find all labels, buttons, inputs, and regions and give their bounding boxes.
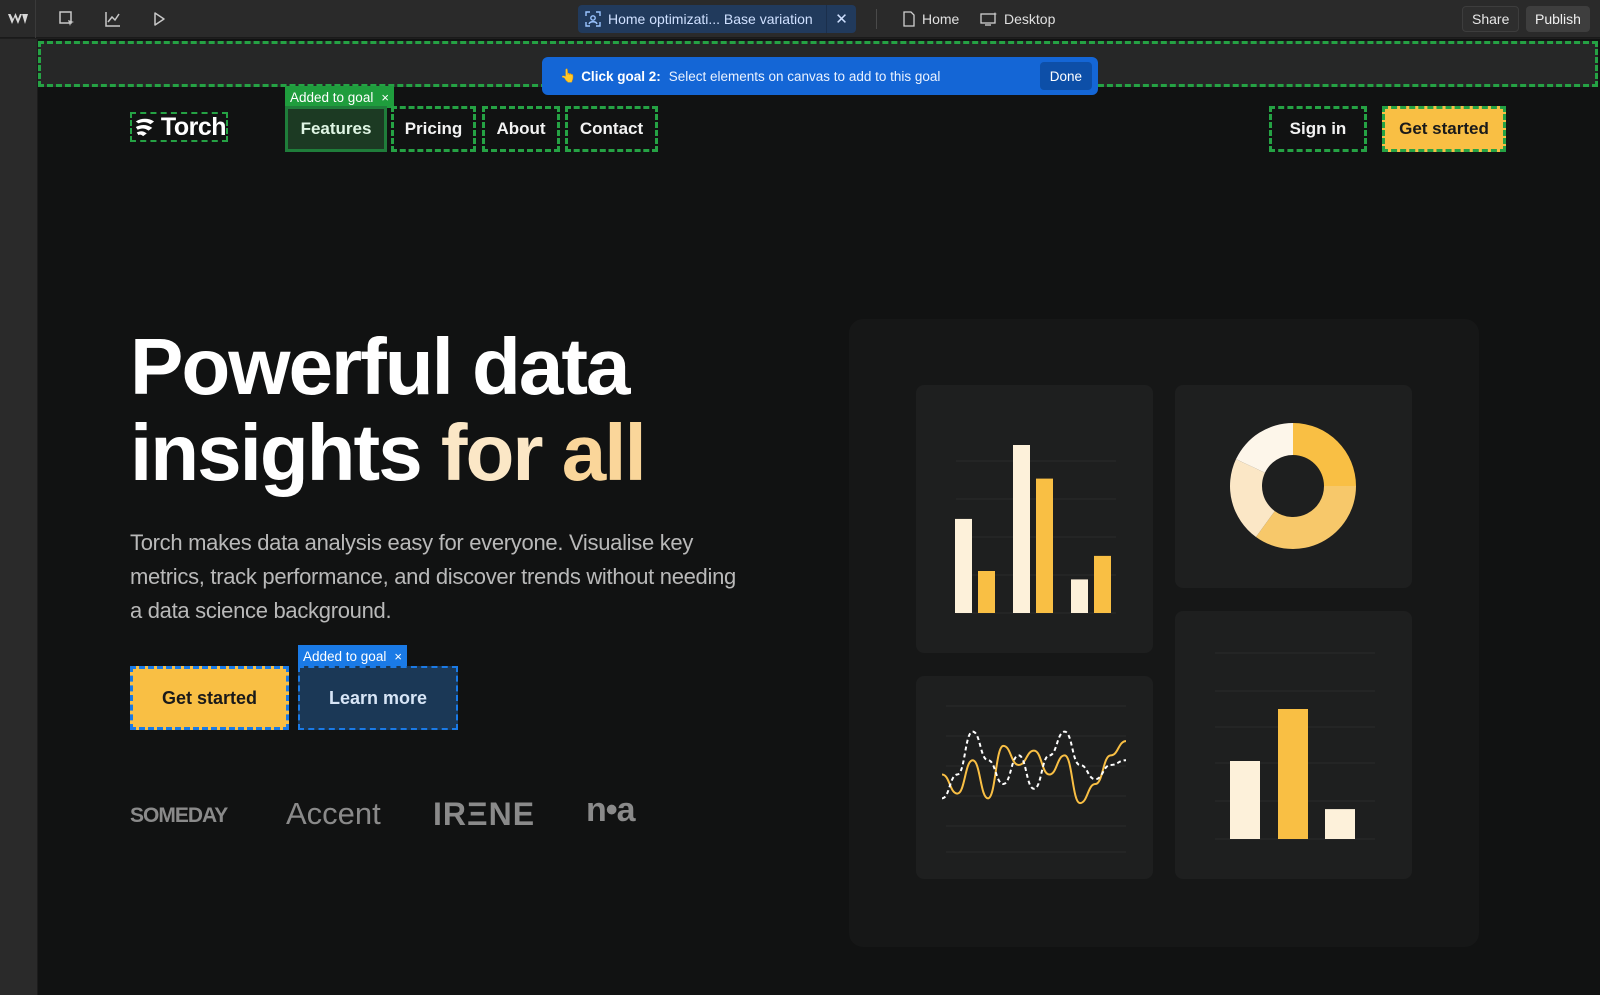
chart-bar (1325, 809, 1355, 839)
chart-bar (1230, 761, 1260, 839)
goal-instruction-banner: 👆 Click goal 2: Select elements on canva… (542, 57, 1098, 95)
added-to-goal-tag: Added to goal × (298, 645, 407, 667)
line-chart (941, 705, 1127, 853)
hero-heading-all: all (561, 408, 647, 497)
site-logo[interactable]: Torch (130, 112, 228, 142)
bar-chart-card (916, 385, 1153, 653)
small-bar-chart (1215, 652, 1375, 840)
page-icon (903, 11, 915, 27)
brand-logo-noa: n•a (586, 791, 636, 829)
donut-chart (1230, 423, 1356, 549)
dashboard-illustration (849, 319, 1479, 947)
breakpoint-selector[interactable]: Desktop (980, 0, 1055, 38)
editor-toolbar: Home optimizati... Base variation ✕ Home… (0, 0, 1600, 38)
nav-link-about[interactable]: About (482, 106, 560, 152)
webflow-logo-icon[interactable] (0, 0, 36, 38)
hero-description: Torch makes data analysis easy for every… (130, 530, 736, 623)
hero-heading-insights: insights (130, 408, 441, 497)
nav-link-contact[interactable]: Contact (565, 106, 658, 152)
chart-bar (1278, 709, 1308, 839)
desktop-icon (980, 12, 998, 26)
added-to-goal-tag: Added to goal × (285, 86, 394, 108)
brand-logo-someday: SOMEDAY (130, 804, 228, 827)
torch-logo-icon (135, 118, 155, 137)
chart-bar (1071, 579, 1088, 613)
publish-button[interactable]: Publish (1526, 6, 1590, 32)
logo-text: Torch (160, 112, 227, 141)
target-icon (578, 11, 608, 27)
pointer-hand-icon: 👆 (560, 68, 577, 83)
left-panel-strip (0, 39, 38, 995)
variation-selector[interactable]: Home optimizati... Base variation ✕ (578, 5, 856, 33)
chart-bar (1013, 445, 1030, 613)
nav-link-pricing[interactable]: Pricing (391, 106, 476, 152)
hero-heading-line1: Powerful data (130, 322, 631, 411)
donut-slice (1255, 486, 1356, 549)
donut-chart-card (1175, 385, 1412, 588)
line-chart-card (916, 676, 1153, 879)
close-variation-button[interactable]: ✕ (826, 5, 856, 33)
goal-title: Click goal 2: (581, 68, 661, 84)
hero-heading: Powerful data insights for all (130, 324, 830, 496)
bar-chart (955, 445, 1116, 614)
brand-logo-accent: Accent (286, 796, 381, 831)
remove-from-goal-icon[interactable]: × (394, 649, 402, 664)
chart-bar (955, 518, 972, 613)
breakpoint-label: Desktop (1004, 11, 1056, 27)
toolbar-divider (876, 9, 877, 29)
variation-label: Home optimizati... Base variation (608, 11, 813, 27)
added-to-goal-label: Added to goal (290, 89, 374, 105)
sign-in-button[interactable]: Sign in (1269, 106, 1367, 152)
chart-bar (1094, 555, 1111, 613)
learn-more-button[interactable]: Learn more (298, 666, 458, 730)
page-label: Home (922, 11, 960, 27)
small-bar-chart-card (1175, 611, 1412, 879)
design-canvas[interactable]: 👆 Click goal 2: Select elements on canva… (38, 39, 1600, 995)
remove-from-goal-icon[interactable]: × (381, 90, 389, 105)
nav-link-features[interactable]: Features (285, 106, 387, 152)
done-button[interactable]: Done (1039, 62, 1092, 90)
preview-play-icon[interactable] (144, 0, 174, 38)
page-selector[interactable]: Home (902, 0, 959, 38)
dashed-series-line (941, 730, 1127, 800)
hero-heading-for: for (440, 408, 562, 497)
select-tool-icon[interactable] (52, 0, 82, 38)
share-button[interactable]: Share (1462, 6, 1520, 32)
hero-get-started-button[interactable]: Get started (130, 666, 289, 730)
nav-get-started-button[interactable]: Get started (1382, 106, 1506, 152)
added-to-goal-label: Added to goal (303, 648, 387, 664)
chart-bar (1036, 478, 1053, 613)
analytics-icon[interactable] (98, 0, 128, 38)
goal-instruction: Select elements on canvas to add to this… (668, 68, 941, 84)
donut-slice (1293, 423, 1356, 486)
brand-logo-irene: IRΞNE (433, 796, 536, 832)
solid-series-line (941, 740, 1127, 805)
chart-bar (978, 571, 995, 613)
